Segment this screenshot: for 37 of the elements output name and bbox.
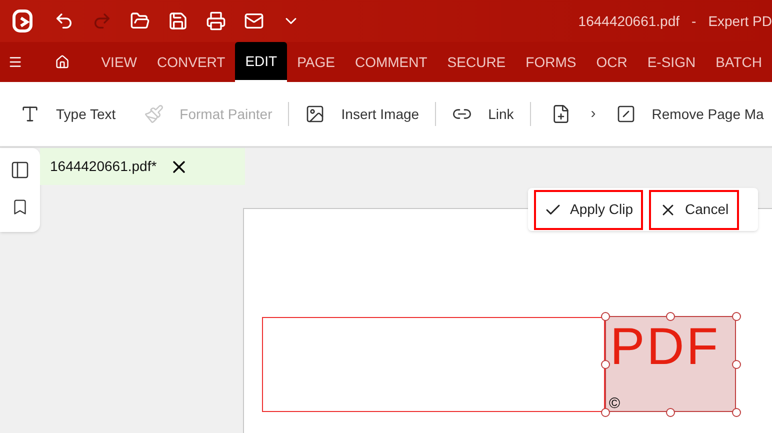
app-name: Expert PD <box>708 12 772 31</box>
apply-clip-button[interactable]: Apply Clip <box>534 190 644 230</box>
menu-tab[interactable]: SECURE <box>437 42 516 82</box>
more-button[interactable]: › <box>590 102 596 126</box>
text-cursor-icon <box>20 104 40 124</box>
bookmark-icon[interactable] <box>11 198 29 216</box>
print-icon[interactable] <box>206 11 226 31</box>
menu-tab[interactable]: FORMS <box>516 42 586 82</box>
toolbar-button[interactable]: Link <box>452 104 514 124</box>
undo-icon[interactable] <box>54 11 74 31</box>
menu-tab[interactable]: EDIT <box>235 42 288 82</box>
app-logo-icon <box>12 9 34 33</box>
add-page-icon <box>550 104 571 124</box>
panel-icon[interactable] <box>10 160 30 180</box>
cancel-button[interactable]: Cancel <box>649 190 739 230</box>
menu-tab[interactable]: E-SIGN <box>637 42 706 82</box>
open-folder-icon[interactable] <box>130 11 150 31</box>
menu-tab[interactable]: PAGE <box>287 42 345 82</box>
logo-text: PDF <box>610 321 720 373</box>
paintbrush-icon <box>144 104 164 124</box>
tab-title: 1644420661.pdf* <box>50 157 157 176</box>
mail-icon[interactable] <box>244 11 264 31</box>
image-icon <box>305 104 326 124</box>
menu-tab[interactable]: OCR <box>586 42 638 82</box>
toolbar-button[interactable]: Type Text <box>20 104 116 124</box>
document-tab[interactable]: 1644420661.pdf* <box>40 148 245 185</box>
menu-tab[interactable]: CONVERT <box>147 42 236 82</box>
title-separator: - <box>692 12 696 30</box>
toolbar-button[interactable]: Remove Page Ma <box>616 104 764 124</box>
menu-tab[interactable]: BATCH <box>706 42 772 82</box>
menu-tab[interactable]: COMMENT <box>344 42 438 82</box>
copyright-mark: © <box>609 396 620 411</box>
slashed-square-icon <box>616 104 636 124</box>
save-icon[interactable] <box>168 11 188 31</box>
toolbar-button[interactable]: Insert Image <box>305 104 420 124</box>
menu-tab[interactable]: VIEW <box>91 42 147 82</box>
file-name: 1644420661.pdf <box>578 12 680 31</box>
